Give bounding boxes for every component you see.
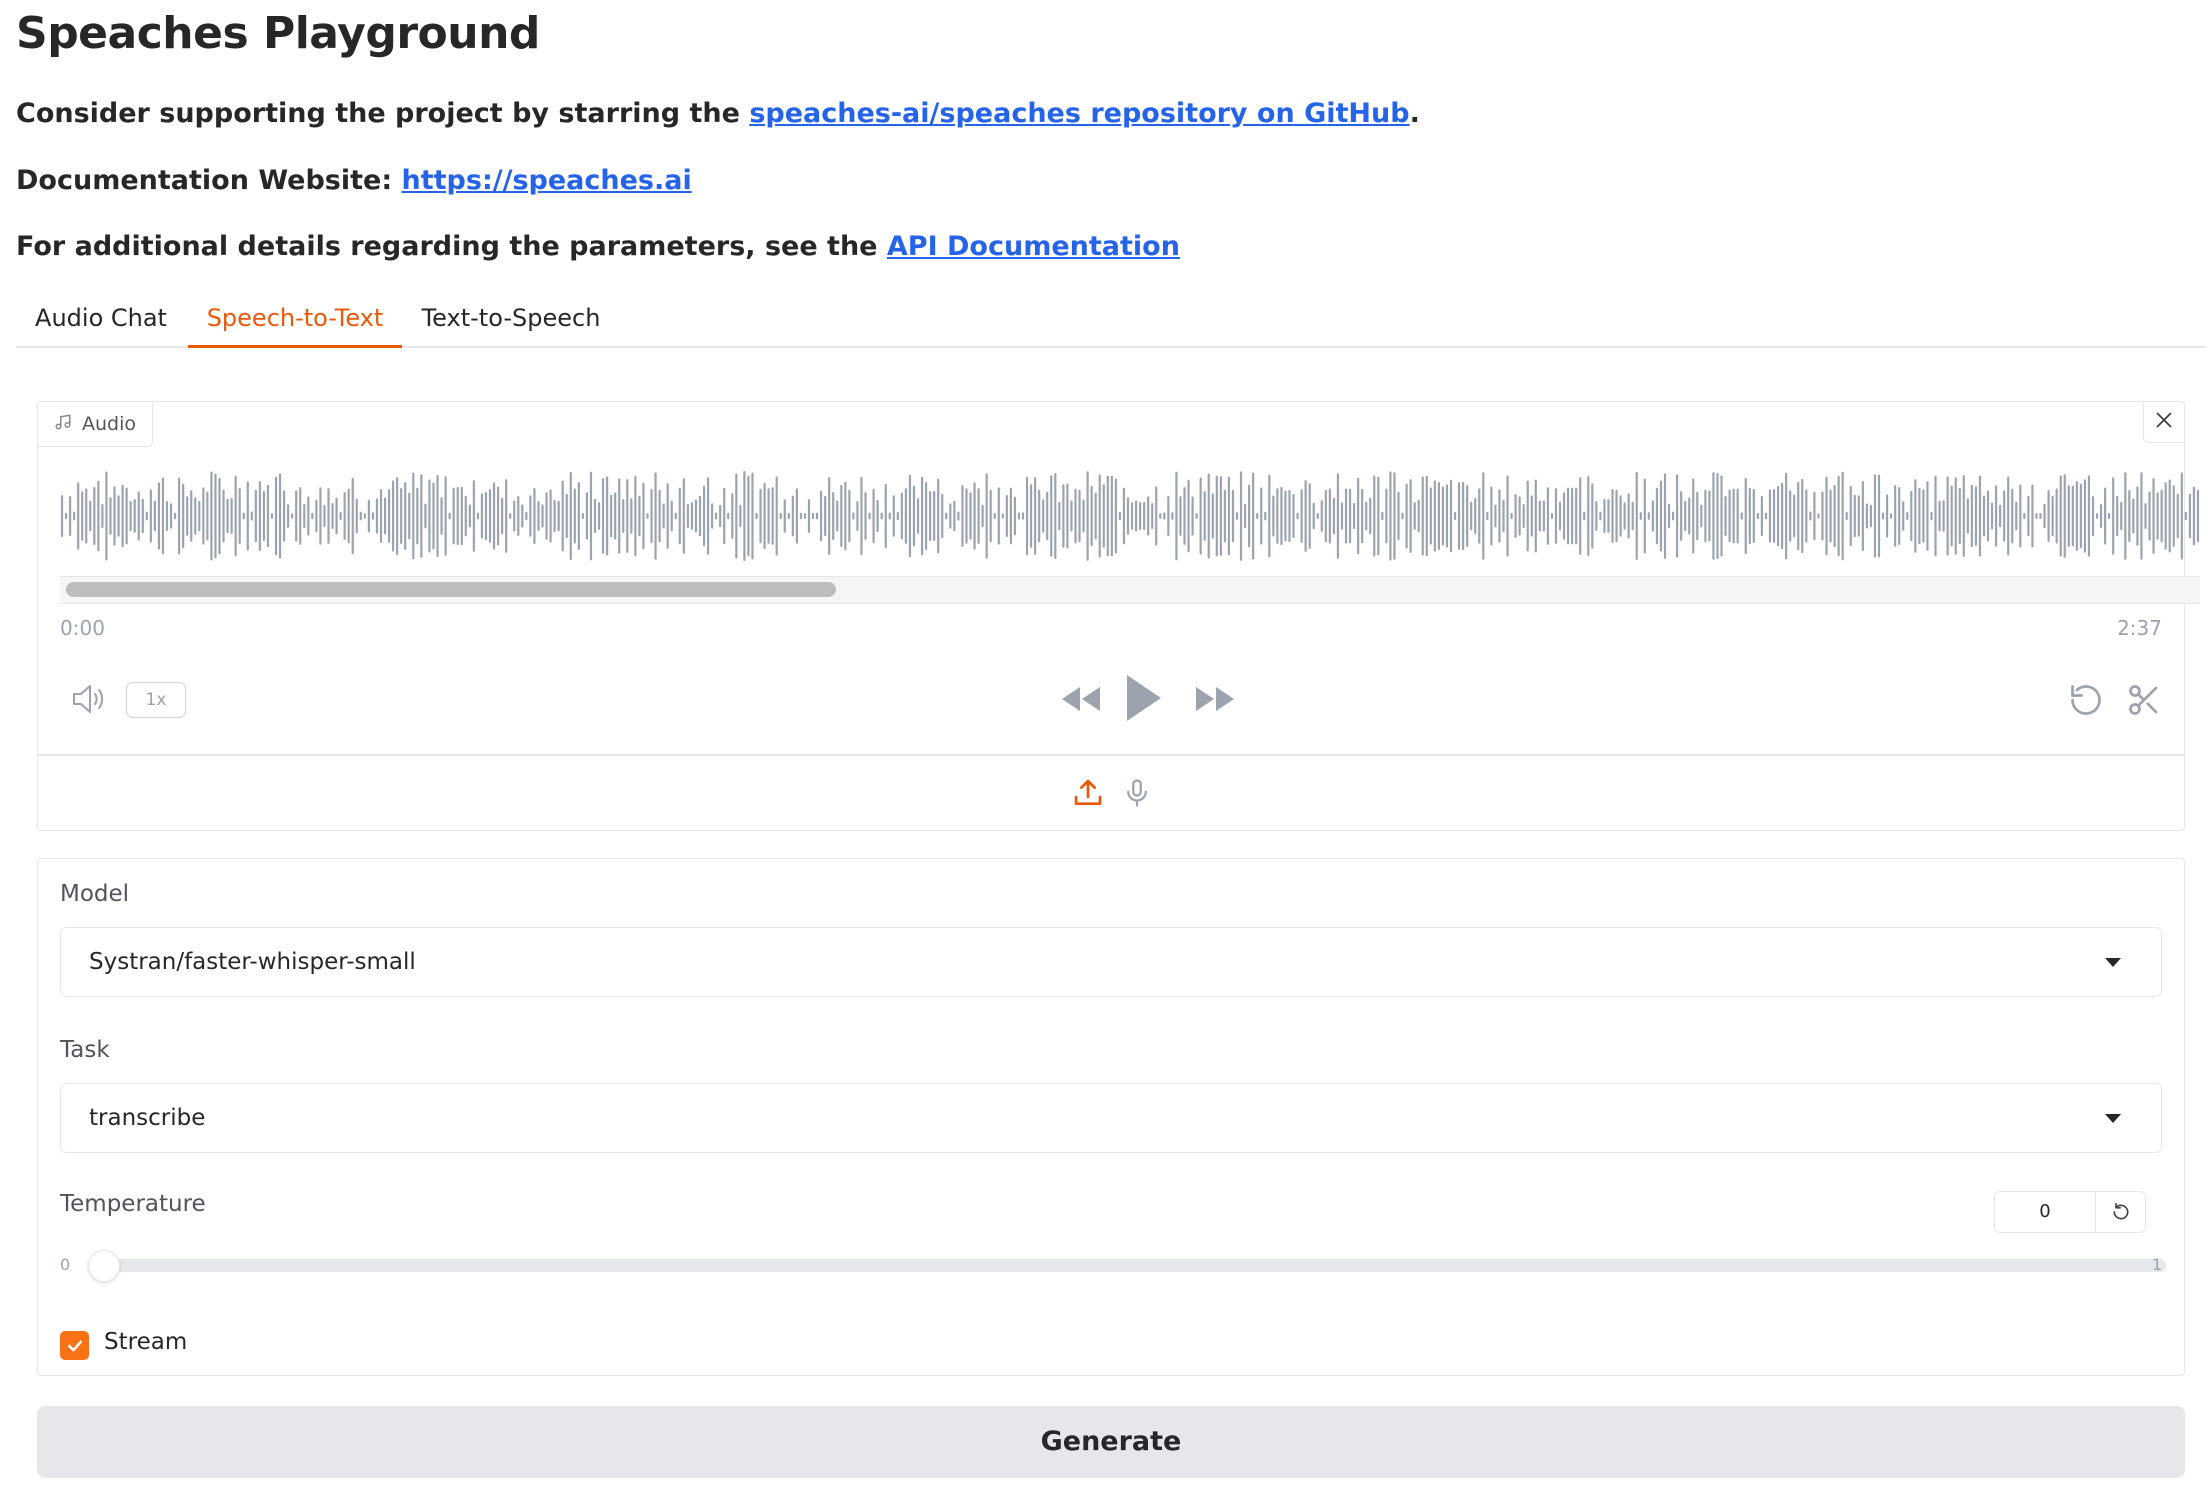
support-prefix: Consider supporting the project by starr… — [16, 98, 750, 129]
temperature-number-input[interactable]: 0 — [1994, 1191, 2146, 1233]
model-dropdown[interactable]: Systran/faster-whisper-small — [60, 927, 2162, 997]
current-time: 0:00 — [60, 616, 105, 640]
stream-label[interactable]: Stream — [104, 1329, 187, 1355]
undo-icon[interactable] — [2068, 682, 2104, 722]
tab-text-to-speech[interactable]: Text-to-Speech — [404, 290, 618, 346]
generate-button[interactable]: Generate — [37, 1406, 2185, 1478]
playback-speed-button[interactable]: 1x — [126, 682, 186, 718]
duration-time: 2:37 — [2117, 616, 2162, 640]
reset-icon — [2113, 1202, 2129, 1220]
audio-label: Audio — [38, 402, 154, 447]
settings-panel: Model Systran/faster-whisper-small Task … — [37, 858, 2185, 1376]
task-label: Task — [60, 1037, 110, 1063]
microphone-icon[interactable] — [1122, 777, 1152, 813]
temperature-slider[interactable] — [104, 1259, 2166, 1272]
waveform-scrollbar[interactable] — [60, 576, 2200, 604]
task-dropdown[interactable]: transcribe — [60, 1083, 2162, 1153]
volume-icon[interactable] — [70, 682, 110, 720]
docs-paragraph: Documentation Website: https://speaches.… — [16, 165, 692, 196]
music-note-icon — [54, 413, 72, 436]
page-title: Speaches Playground — [16, 8, 540, 59]
model-value: Systran/faster-whisper-small — [89, 949, 416, 975]
waveform-scroll-thumb[interactable] — [66, 582, 836, 597]
model-label: Model — [60, 881, 130, 907]
chevron-down-icon — [2105, 958, 2121, 967]
close-icon — [2153, 409, 2175, 435]
temperature-label: Temperature — [60, 1191, 206, 1217]
docs-prefix: Documentation Website: — [16, 165, 402, 196]
reset-temperature-button[interactable] — [2095, 1192, 2146, 1232]
audio-waveform[interactable] — [60, 460, 2200, 572]
audio-source-divider — [38, 754, 2184, 756]
audio-label-text: Audio — [82, 413, 137, 435]
tab-audio-chat[interactable]: Audio Chat — [16, 290, 186, 346]
github-repo-link[interactable]: speaches-ai/speaches repository on GitHu… — [749, 98, 1409, 129]
params-prefix: For additional details regarding the par… — [16, 231, 887, 262]
audio-panel: Audio 0:00 2:37 1x — [37, 401, 2200, 831]
chevron-down-icon — [2105, 1114, 2121, 1123]
play-icon[interactable] — [1124, 672, 1164, 728]
slider-min-label: 0 — [60, 1255, 71, 1274]
upload-icon[interactable] — [1072, 777, 1104, 813]
tab-bar: Audio Chat Speech-to-Text Text-to-Speech — [16, 290, 2206, 348]
close-audio-button[interactable] — [2143, 402, 2184, 443]
slider-max-label: 1 — [2151, 1255, 2162, 1274]
temperature-value[interactable]: 0 — [1995, 1192, 2095, 1232]
params-paragraph: For additional details regarding the par… — [16, 231, 1180, 262]
tab-speech-to-text[interactable]: Speech-to-Text — [188, 290, 402, 348]
rewind-icon[interactable] — [1058, 684, 1102, 718]
api-docs-link[interactable]: API Documentation — [887, 231, 1180, 262]
scissors-icon[interactable] — [2126, 682, 2162, 722]
support-paragraph: Consider supporting the project by starr… — [16, 98, 1420, 129]
page: Speaches Playground Consider supporting … — [0, 0, 2208, 1494]
docs-website-link[interactable]: https://speaches.ai — [402, 165, 692, 196]
checkmark-icon — [67, 1340, 82, 1351]
support-suffix: . — [1409, 98, 1420, 129]
fast-forward-icon[interactable] — [1194, 684, 1238, 718]
temperature-slider-thumb[interactable] — [88, 1250, 120, 1282]
stream-checkbox[interactable] — [60, 1331, 89, 1360]
task-value: transcribe — [89, 1105, 206, 1131]
